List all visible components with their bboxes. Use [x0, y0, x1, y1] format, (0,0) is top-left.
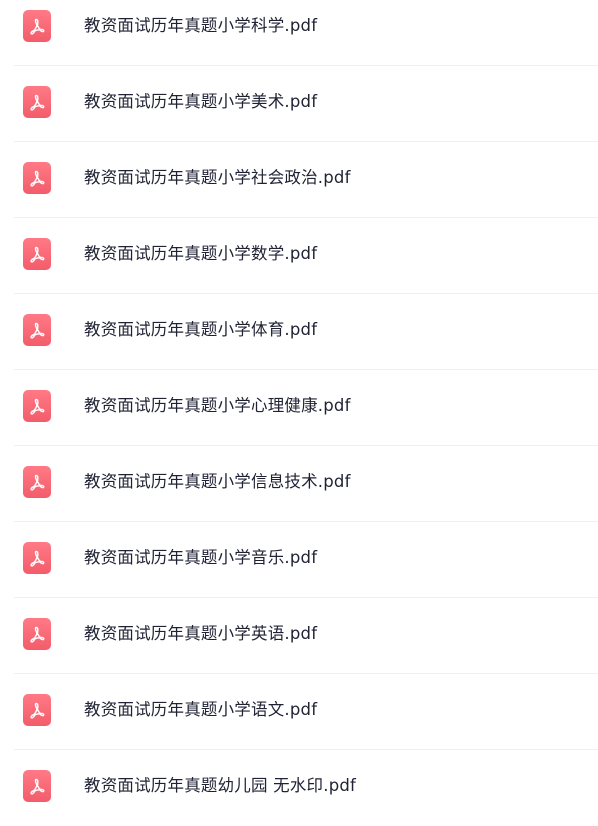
file-name: 教资面试历年真题小学语文.pdf: [84, 700, 318, 719]
pdf-file-icon: [23, 694, 51, 726]
file-name: 教资面试历年真题小学数学.pdf: [84, 244, 318, 263]
file-row[interactable]: 教资面试历年真题小学美术.pdf: [0, 66, 598, 142]
pdf-file-icon: [23, 314, 51, 346]
file-row[interactable]: 教资面试历年真题小学音乐.pdf: [0, 522, 598, 598]
file-row[interactable]: 教资面试历年真题小学社会政治.pdf: [0, 142, 598, 218]
file-row[interactable]: 教资面试历年真题小学数学.pdf: [0, 218, 598, 294]
file-name: 教资面试历年真题小学美术.pdf: [84, 92, 318, 111]
file-name: 教资面试历年真题小学体育.pdf: [84, 320, 318, 339]
pdf-file-icon: [23, 162, 51, 194]
pdf-file-icon: [23, 238, 51, 270]
pdf-file-icon: [23, 618, 51, 650]
pdf-file-icon: [23, 10, 51, 42]
pdf-file-icon: [23, 466, 51, 498]
file-row[interactable]: 教资面试历年真题小学科学.pdf: [0, 0, 598, 66]
file-row[interactable]: 教资面试历年真题小学体育.pdf: [0, 294, 598, 370]
file-name: 教资面试历年真题小学信息技术.pdf: [84, 472, 351, 491]
file-name: 教资面试历年真题幼儿园 无水印.pdf: [84, 776, 357, 795]
file-name: 教资面试历年真题小学心理健康.pdf: [84, 396, 351, 415]
file-name: 教资面试历年真题小学科学.pdf: [84, 16, 318, 35]
file-name: 教资面试历年真题小学英语.pdf: [84, 624, 318, 643]
file-row[interactable]: 教资面试历年真题小学英语.pdf: [0, 598, 598, 674]
file-row[interactable]: 教资面试历年真题小学信息技术.pdf: [0, 446, 598, 522]
pdf-file-icon: [23, 390, 51, 422]
file-row[interactable]: 教资面试历年真题幼儿园 无水印.pdf: [0, 750, 598, 826]
pdf-file-icon: [23, 542, 51, 574]
file-list: 教资面试历年真题小学科学.pdf 教资面试历年真题小学美术.pdf 教资面试历年…: [0, 0, 598, 816]
file-name: 教资面试历年真题小学音乐.pdf: [84, 548, 318, 567]
pdf-file-icon: [23, 86, 51, 118]
file-row[interactable]: 教资面试历年真题小学语文.pdf: [0, 674, 598, 750]
file-name: 教资面试历年真题小学社会政治.pdf: [84, 168, 351, 187]
file-row[interactable]: 教资面试历年真题小学心理健康.pdf: [0, 370, 598, 446]
pdf-file-icon: [23, 770, 51, 802]
